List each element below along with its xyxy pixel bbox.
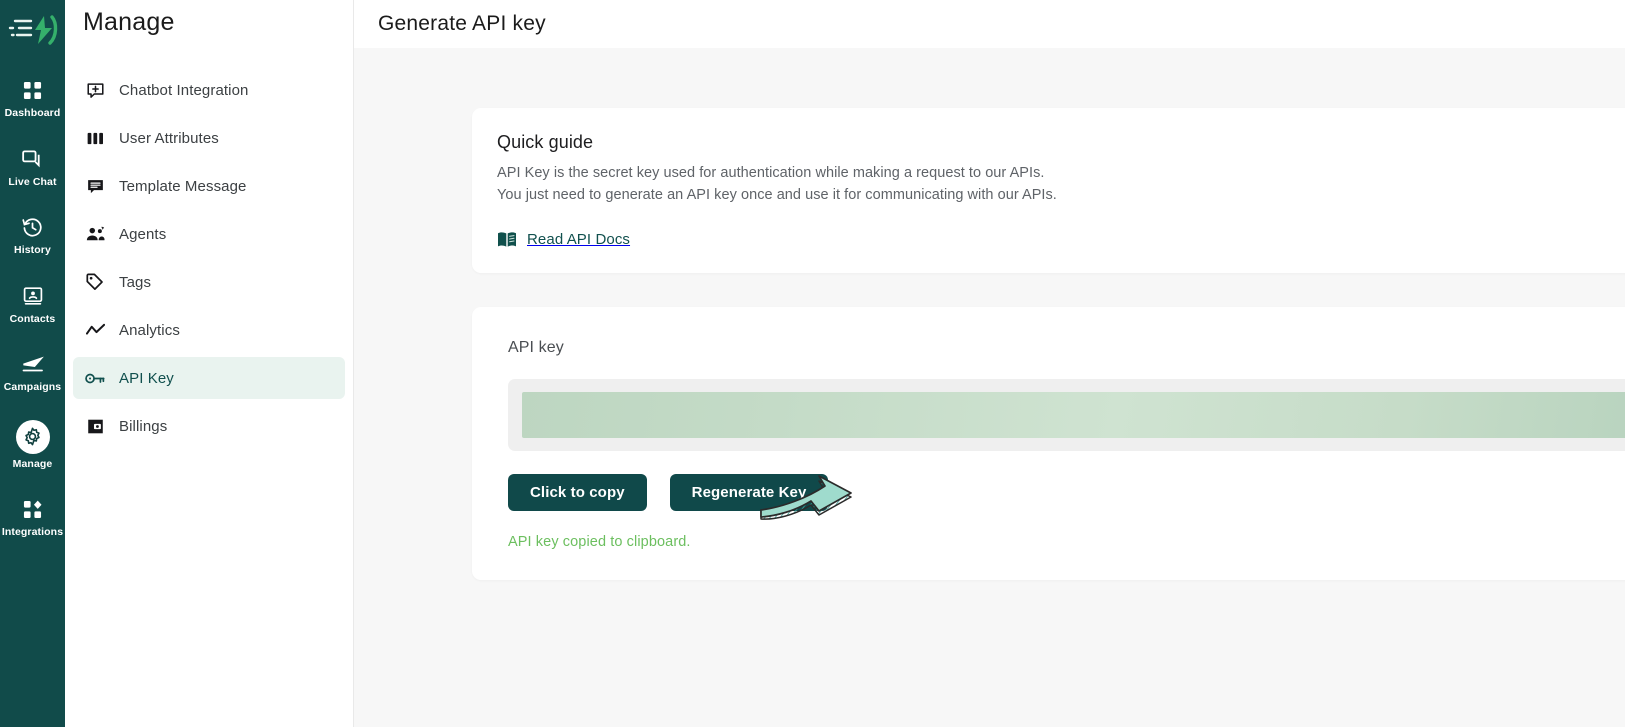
tag-icon: [85, 272, 105, 292]
quick-guide-card: Quick guide API Key is the secret key us…: [472, 108, 1625, 273]
regenerate-key-button[interactable]: Regenerate Key: [669, 473, 829, 511]
sidebar-item-label: Agents: [119, 225, 167, 243]
chatbot-plus-icon: [85, 80, 105, 100]
rail-label: History: [14, 244, 51, 256]
card-spacer: [472, 273, 1625, 307]
rail-item-contacts[interactable]: Contacts: [0, 276, 65, 330]
main-content: Generate API key Quick guide API Key is …: [354, 0, 1625, 727]
message-lines-icon: [85, 176, 105, 196]
read-api-docs-label: Read API Docs: [527, 231, 631, 249]
key-icon: [85, 368, 105, 388]
api-key-actions: Click to copy Regenerate Key: [508, 473, 1625, 511]
primary-nav-rail: Dashboard Live Chat History Contacts Cam…: [0, 0, 65, 727]
quick-guide-title: Quick guide: [497, 132, 594, 152]
paper-plane-icon: [20, 351, 46, 377]
dashboard-grid-icon: [20, 77, 46, 103]
copy-success-toast: API key copied to clipboard.: [508, 533, 691, 550]
app-logo[interactable]: [5, 8, 61, 52]
sidebar-item-label: Chatbot Integration: [119, 81, 249, 99]
sidebar-item-label: Tags: [119, 273, 152, 291]
sidebar-title: Manage: [83, 8, 175, 36]
sidebar-menu: Chatbot Integration User Attributes Temp…: [65, 69, 353, 447]
sidebar-item-label: Template Message: [119, 177, 247, 195]
sidebar-item-label: User Attributes: [119, 129, 219, 147]
integrations-icon: [20, 496, 46, 522]
page-title: Generate API key: [378, 12, 546, 35]
gear-icon: [15, 419, 50, 454]
rail-label: Manage: [12, 457, 53, 470]
trend-line-icon: [85, 320, 105, 340]
click-to-copy-button[interactable]: Click to copy: [508, 473, 647, 511]
clock-rewind-icon: [20, 214, 46, 240]
rail-item-live-chat[interactable]: Live Chat: [0, 139, 65, 193]
quick-guide-line-2: You just need to generate an API key onc…: [497, 187, 1057, 204]
api-key-card: API key Click to copy Regenerate Key API…: [472, 306, 1625, 580]
sidebar-item-analytics[interactable]: Analytics: [73, 309, 345, 351]
sidebar-item-template-message[interactable]: Template Message: [73, 165, 345, 207]
rail-label: Live Chat: [8, 175, 57, 188]
rail-item-manage[interactable]: Manage: [0, 413, 65, 475]
sidebar-item-agents[interactable]: Agents: [73, 213, 345, 255]
sidebar-item-label: Analytics: [119, 321, 180, 339]
columns-icon: [85, 128, 105, 148]
api-key-masked-value: [522, 391, 1625, 438]
rail-label: Contacts: [9, 312, 56, 325]
read-api-docs-link[interactable]: Read API Docs: [497, 231, 630, 249]
rail-label: Integrations: [1, 526, 64, 538]
open-book-icon: [497, 231, 517, 249]
rail-item-campaigns[interactable]: Campaigns: [0, 344, 65, 398]
sidebar-item-billings[interactable]: Billings: [73, 405, 345, 447]
sidebar-item-chatbot-integration[interactable]: Chatbot Integration: [73, 69, 345, 111]
rail-item-dashboard[interactable]: Dashboard: [0, 70, 65, 124]
contact-card-icon: [20, 283, 46, 309]
api-key-label: API key: [508, 338, 564, 356]
agents-people-icon: [85, 224, 105, 244]
app-root: Dashboard Live Chat History Contacts Cam…: [0, 0, 1625, 727]
rail-item-history[interactable]: History: [0, 207, 65, 261]
sidebar-item-api-key[interactable]: API Key: [73, 357, 345, 399]
page-header: Generate API key: [354, 0, 1625, 48]
sidebar-item-label: API Key: [119, 369, 174, 387]
lightning-logo-icon: [8, 15, 57, 45]
rail-label: Campaigns: [3, 381, 62, 393]
content-canvas: Quick guide API Key is the secret key us…: [354, 48, 1625, 727]
manage-sidebar: Manage Chatbot Integration User Attribut…: [65, 0, 354, 727]
quick-guide-line-1: API Key is the secret key used for authe…: [497, 165, 1045, 181]
sidebar-item-tags[interactable]: Tags: [73, 261, 345, 303]
rail-label: Dashboard: [4, 107, 61, 119]
sidebar-item-label: Billings: [119, 417, 168, 435]
wallet-icon: [85, 416, 105, 436]
api-key-field[interactable]: [508, 378, 1625, 451]
chat-bubbles-icon: [20, 146, 46, 172]
sidebar-item-user-attributes[interactable]: User Attributes: [73, 117, 345, 159]
rail-item-integrations[interactable]: Integrations: [0, 489, 65, 543]
